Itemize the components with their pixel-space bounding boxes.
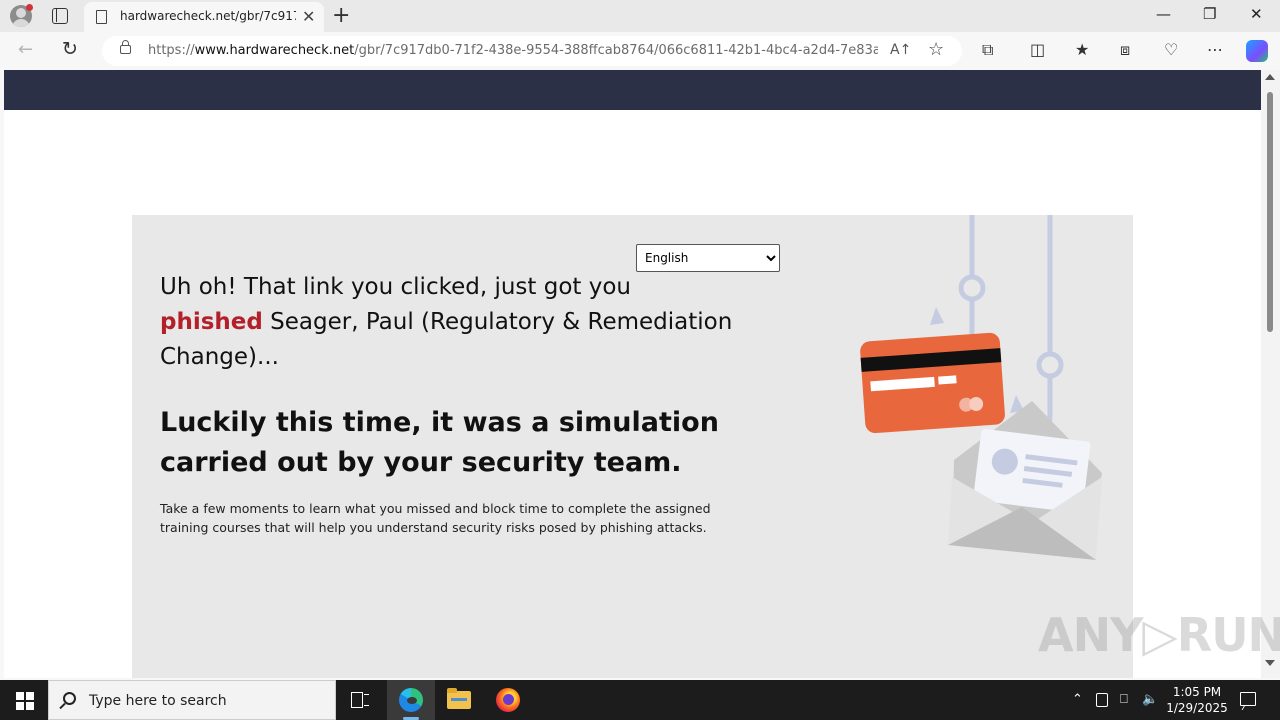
file-explorer-icon	[447, 688, 471, 709]
page-scrollbar[interactable]	[1261, 70, 1280, 678]
taskbar-file-explorer[interactable]	[435, 680, 483, 720]
clock-time: 1:05 PM	[1172, 685, 1222, 699]
device-icon[interactable]	[1096, 693, 1108, 707]
simulation-subhead: Luckily this time, it was a simulation c…	[160, 407, 719, 478]
taskbar-edge[interactable]	[387, 680, 435, 720]
tab-title: hardwarecheck.net/gbr/7c917db	[120, 9, 296, 23]
taskbar-search-box[interactable]: Type here to search	[48, 680, 336, 720]
window-restore-button[interactable]: ❐	[1203, 5, 1216, 23]
credit-card-icon	[860, 332, 1005, 434]
reload-button[interactable]: ↻	[62, 38, 78, 60]
add-favorite-icon[interactable]: ☆	[928, 39, 944, 60]
split-screen-icon[interactable]: ◫	[1030, 40, 1045, 59]
browser-title-bar: hardwarecheck.net/gbr/7c917db ✕ + — ❐ ✕	[0, 0, 1280, 32]
windows-start-icon[interactable]	[16, 692, 34, 710]
browser-tab-active[interactable]: hardwarecheck.net/gbr/7c917db ✕	[84, 2, 324, 32]
site-header-bar	[4, 70, 1261, 110]
browser-essentials-icon[interactable]: ♡	[1164, 40, 1178, 59]
clock-date: 1/29/2025	[1166, 701, 1228, 715]
windows-taskbar: Type here to search ⌃ ⎕ 🔈 1:05 PM 1/29/2…	[0, 680, 1280, 720]
taskbar-clock[interactable]: 1:05 PM 1/29/2025	[1164, 684, 1230, 716]
tab-actions-icon[interactable]	[52, 8, 68, 24]
firefox-icon	[496, 688, 520, 712]
back-button[interactable]: ←	[18, 39, 33, 60]
search-placeholder: Type here to search	[89, 693, 227, 709]
volume-icon[interactable]: 🔈	[1142, 692, 1158, 707]
address-url[interactable]: https://www.hardwarecheck.net/gbr/7c917d…	[148, 43, 878, 58]
headline-phished-word: phished	[160, 309, 263, 335]
page-viewport: English Uh oh! That link you clicked, ju…	[4, 70, 1261, 678]
window-close-button[interactable]: ✕	[1250, 5, 1263, 23]
address-bar[interactable]: https://www.hardwarecheck.net/gbr/7c917d…	[102, 36, 962, 66]
new-tab-icon[interactable]: +	[332, 3, 350, 28]
lock-icon[interactable]	[120, 40, 131, 54]
hook-ring-right	[1036, 351, 1064, 379]
network-icon[interactable]: ⎕	[1120, 692, 1128, 707]
headline-line1: Uh oh! That link you clicked, just got y…	[160, 274, 631, 300]
task-view-icon[interactable]	[351, 692, 369, 708]
phishing-notice-card: English Uh oh! That link you clicked, ju…	[132, 215, 1133, 678]
language-select[interactable]: English	[636, 244, 780, 272]
search-icon	[63, 692, 76, 705]
notifications-icon[interactable]	[1240, 692, 1256, 706]
page-favicon-icon	[96, 10, 107, 24]
read-aloud-icon[interactable]: A↑	[890, 42, 911, 58]
profile-notification-dot	[26, 4, 33, 11]
anyrun-watermark: ANY▷RUN	[1038, 608, 1280, 662]
scroll-thumb[interactable]	[1267, 92, 1273, 332]
copilot-icon[interactable]	[1246, 40, 1268, 62]
more-options-icon[interactable]: ⋯	[1207, 40, 1223, 59]
taskbar-firefox[interactable]	[484, 680, 532, 720]
window-minimize-button[interactable]: —	[1156, 5, 1171, 23]
hook-barb-left	[930, 307, 944, 325]
phish-headline: Uh oh! That link you clicked, just got y…	[160, 270, 760, 375]
scroll-up-icon[interactable]	[1265, 74, 1275, 80]
browser-toolbar: ← ↻ https://www.hardwarecheck.net/gbr/7c…	[0, 32, 1280, 70]
favorites-icon[interactable]: ★	[1075, 40, 1089, 59]
training-instructions: Take a few moments to learn what you mis…	[160, 501, 711, 535]
collections-icon[interactable]: ⧈	[1120, 40, 1130, 60]
hook-ring-left	[958, 274, 986, 302]
tab-close-icon[interactable]: ✕	[302, 7, 315, 26]
edge-browser-icon	[399, 688, 423, 712]
show-hidden-icons-chevron-icon[interactable]: ⌃	[1072, 692, 1083, 707]
extensions-icon[interactable]: ⧉	[982, 40, 993, 60]
